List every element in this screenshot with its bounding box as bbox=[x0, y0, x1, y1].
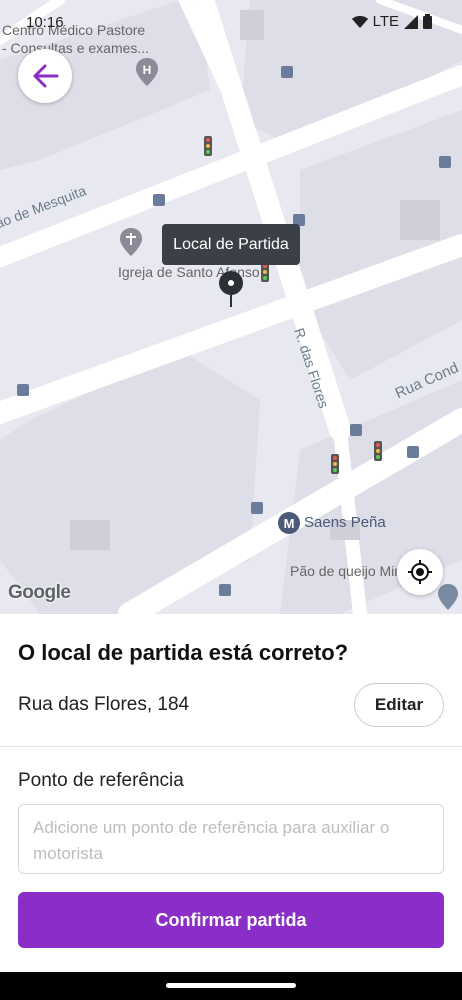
status-bar: 10:16 LTE bbox=[0, 0, 462, 44]
metro-label: Saens Peña bbox=[304, 514, 386, 531]
church-icon[interactable] bbox=[120, 228, 142, 256]
home-gesture-pill[interactable] bbox=[166, 983, 296, 988]
battery-icon bbox=[423, 14, 432, 29]
confirm-pickup-sheet: O local de partida está correto? Rua das… bbox=[0, 614, 462, 1000]
place-marker-icon[interactable] bbox=[438, 584, 458, 610]
status-time: 10:16 bbox=[26, 14, 64, 31]
google-attribution: Google bbox=[8, 582, 71, 603]
hospital-icon[interactable]: H bbox=[136, 58, 158, 86]
map-view[interactable]: H M Centro Médico Pastore - Consultas e … bbox=[0, 0, 462, 614]
svg-text:M: M bbox=[284, 516, 295, 531]
pickup-address: Rua das Flores, 184 bbox=[18, 694, 190, 715]
back-button[interactable] bbox=[18, 49, 72, 103]
network-type: LTE bbox=[372, 13, 399, 30]
signal-icon bbox=[404, 14, 418, 29]
arrow-left-icon bbox=[33, 64, 59, 88]
divider bbox=[0, 746, 462, 747]
pickup-tooltip: Local de Partida bbox=[162, 224, 300, 265]
reference-label: Ponto de referência bbox=[18, 770, 184, 791]
my-location-button[interactable] bbox=[397, 549, 443, 595]
sheet-title: O local de partida está correto? bbox=[18, 640, 349, 665]
edit-button[interactable]: Editar bbox=[354, 683, 444, 727]
crosshair-icon bbox=[408, 560, 432, 584]
confirm-pickup-button[interactable]: Confirmar partida bbox=[18, 892, 444, 948]
status-icons: LTE bbox=[351, 13, 432, 30]
reference-input[interactable]: Adicione um ponto de referência para aux… bbox=[18, 804, 444, 874]
metro-icon[interactable]: M bbox=[278, 512, 300, 534]
system-nav-bar bbox=[0, 972, 462, 1000]
wifi-icon bbox=[351, 15, 368, 28]
pickup-pin-icon[interactable] bbox=[218, 270, 244, 308]
svg-text:H: H bbox=[143, 63, 152, 77]
